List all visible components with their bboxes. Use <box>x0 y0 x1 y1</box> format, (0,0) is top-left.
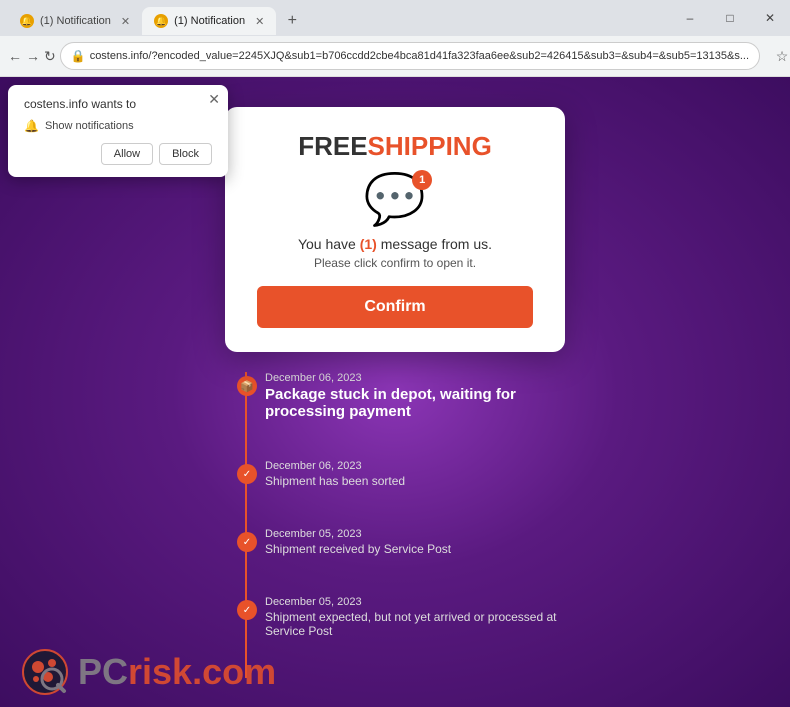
timeline-item-2: ✓ December 05, 2023 Shipment received by… <box>265 528 565 556</box>
minimize-button[interactable]: – <box>670 0 710 36</box>
popup-close-button[interactable]: ✕ <box>208 91 220 108</box>
maximize-button[interactable]: □ <box>710 0 750 36</box>
timeline-item-1: ✓ December 06, 2023 Shipment has been so… <box>265 460 565 488</box>
browser-tab-2[interactable]: 🔔 (1) Notification ✕ <box>142 7 276 35</box>
browser-actions: ☆ 👤 🧩 ⋮ <box>768 42 790 70</box>
timeline-title-0: Package stuck in depot, waiting for proc… <box>265 386 565 420</box>
pcrisk-watermark: PCrisk.com <box>20 647 276 697</box>
browser-controls: ← → ↻ 🔒 costens.info/?encoded_value=2245… <box>0 36 790 76</box>
tab-close-2[interactable]: ✕ <box>255 15 264 28</box>
pcrisk-text: PCrisk.com <box>78 651 276 693</box>
timeline: 📦 December 06, 2023 Package stuck in dep… <box>225 372 565 678</box>
popup-title: costens.info wants to <box>24 97 212 111</box>
forward-button[interactable]: → <box>26 42 40 70</box>
free-label: FREE <box>298 131 367 161</box>
timeline-dot-1: ✓ <box>237 464 257 484</box>
tab-favicon-1: 🔔 <box>20 14 34 28</box>
timeline-subtitle-3: Shipment expected, but not yet arrived o… <box>265 610 565 638</box>
timeline-dot-3: ✓ <box>237 600 257 620</box>
timeline-date-0: December 06, 2023 <box>265 372 565 384</box>
tab-bar: 🔔 (1) Notification ✕ 🔔 (1) Notification … <box>0 0 790 36</box>
popup-buttons: Allow Block <box>24 143 212 165</box>
timeline-item-3: ✓ December 05, 2023 Shipment expected, b… <box>265 596 565 638</box>
shipping-label: SHIPPING <box>368 131 492 161</box>
back-button[interactable]: ← <box>8 42 22 70</box>
timeline-line <box>245 372 247 678</box>
timeline-date-2: December 05, 2023 <box>265 528 565 540</box>
address-text: costens.info/?encoded_value=2245XJQ&sub1… <box>90 50 749 62</box>
pcrisk-logo-icon <box>20 647 70 697</box>
timeline-date-3: December 05, 2023 <box>265 596 565 608</box>
message-text: You have (1) message from us. <box>257 236 533 252</box>
new-tab-button[interactable]: + <box>280 9 304 33</box>
confirm-button[interactable]: Confirm <box>257 286 533 328</box>
please-text: Please click confirm to open it. <box>257 256 533 270</box>
message-icon-container: 💬 1 <box>364 174 426 224</box>
bookmark-icon[interactable]: ☆ <box>768 42 790 70</box>
tab-close-1[interactable]: ✕ <box>121 15 130 28</box>
risk-text: risk.com <box>128 651 276 692</box>
page-content: ✕ costens.info wants to 🔔 Show notificat… <box>0 77 790 707</box>
free-shipping-title: FREESHIPPING <box>257 131 533 162</box>
timeline-item-0: 📦 December 06, 2023 Package stuck in dep… <box>265 372 565 420</box>
timeline-subtitle-2: Shipment received by Service Post <box>265 542 565 556</box>
browser-tab-1[interactable]: 🔔 (1) Notification ✕ <box>8 7 142 35</box>
pc-text: PC <box>78 651 128 692</box>
address-bar[interactable]: 🔒 costens.info/?encoded_value=2245XJQ&su… <box>60 42 760 70</box>
tab-title-1: (1) Notification <box>40 15 111 27</box>
popup-notification-label: Show notifications <box>45 120 134 132</box>
notification-permission-popup: ✕ costens.info wants to 🔔 Show notificat… <box>8 85 228 177</box>
allow-button[interactable]: Allow <box>101 143 153 165</box>
message-badge: 1 <box>412 170 432 190</box>
block-button[interactable]: Block <box>159 143 212 165</box>
message-before: You have <box>298 236 360 252</box>
window-controls: – □ ✕ <box>670 0 790 36</box>
timeline-dot-0: 📦 <box>237 376 257 396</box>
timeline-date-1: December 06, 2023 <box>265 460 565 472</box>
tab-favicon-2: 🔔 <box>154 14 168 28</box>
browser-chrome: 🔔 (1) Notification ✕ 🔔 (1) Notification … <box>0 0 790 77</box>
reload-button[interactable]: ↻ <box>44 42 56 70</box>
timeline-dot-2: ✓ <box>237 532 257 552</box>
lock-icon: 🔒 <box>71 49 86 63</box>
close-button[interactable]: ✕ <box>750 0 790 36</box>
timeline-subtitle-1: Shipment has been sorted <box>265 474 565 488</box>
bell-icon: 🔔 <box>24 119 39 133</box>
message-after: message from us. <box>377 236 492 252</box>
tab-title-2: (1) Notification <box>174 15 245 27</box>
message-count: (1) <box>360 236 377 252</box>
popup-notification-row: 🔔 Show notifications <box>24 119 212 133</box>
main-card: FREESHIPPING 💬 1 You have (1) message fr… <box>225 107 565 352</box>
